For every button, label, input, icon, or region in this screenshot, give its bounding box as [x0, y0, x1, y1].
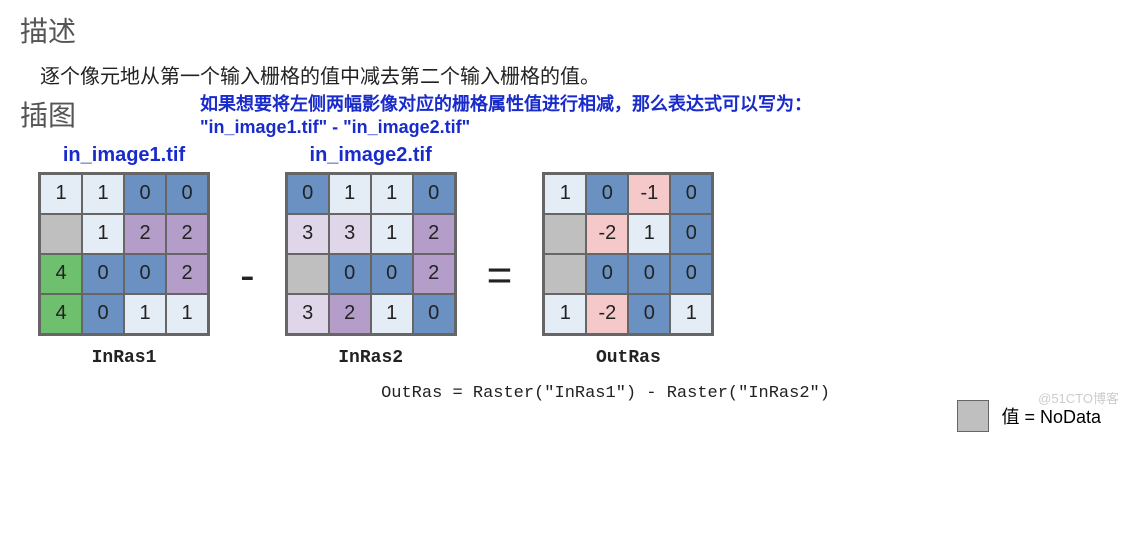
- grid-cell: 0: [329, 254, 371, 294]
- grid-cell: [544, 214, 586, 254]
- minus-operator: -: [240, 251, 255, 301]
- raster-block-outras: 10-10-2100001-201 OutRas: [542, 144, 714, 368]
- grid-cell: 1: [166, 294, 208, 334]
- heading-description: 描述: [20, 10, 1111, 50]
- legend-text: 值 = NoData: [1001, 403, 1101, 429]
- grid-cell: 2: [329, 294, 371, 334]
- raster1-label: InRas1: [38, 348, 210, 368]
- watermark: @51CTO博客: [1038, 388, 1119, 407]
- grid-cell: 0: [124, 254, 166, 294]
- outras-grid: 10-10-2100001-201: [542, 172, 714, 336]
- grid-cell: [40, 214, 82, 254]
- grid-cell: 1: [329, 174, 371, 214]
- outras-label: OutRas: [542, 348, 714, 368]
- grid-cell: 0: [287, 174, 329, 214]
- grid-cell: -2: [586, 294, 628, 334]
- grid-cell: 1: [124, 294, 166, 334]
- grid-cell: 0: [670, 174, 712, 214]
- grid-cell: 0: [124, 174, 166, 214]
- grid-cell: 0: [82, 294, 124, 334]
- grid-cell: 1: [371, 294, 413, 334]
- grid-cell: 2: [124, 214, 166, 254]
- grid-cell: 0: [82, 254, 124, 294]
- illustration-area: in_image1.tif 110012240024011 InRas1 - i…: [20, 144, 1111, 368]
- grid-cell: 0: [371, 254, 413, 294]
- raster2-title: in_image2.tif: [285, 144, 457, 170]
- grid-cell: 0: [628, 254, 670, 294]
- raster2-grid: 011033120023210: [285, 172, 457, 336]
- grid-cell: 0: [670, 214, 712, 254]
- grid-cell: 1: [544, 174, 586, 214]
- grid-cell: 0: [670, 254, 712, 294]
- grid-cell: 2: [166, 214, 208, 254]
- grid-cell: 3: [287, 294, 329, 334]
- grid-cell: 4: [40, 294, 82, 334]
- grid-cell: 3: [329, 214, 371, 254]
- grid-cell: 1: [40, 174, 82, 214]
- raster1-title: in_image1.tif: [38, 144, 210, 170]
- grid-cell: 0: [413, 294, 455, 334]
- grid-cell: [544, 254, 586, 294]
- grid-cell: 1: [544, 294, 586, 334]
- raster2-label: InRas2: [285, 348, 457, 368]
- grid-cell: 2: [413, 214, 455, 254]
- raster1-grid: 110012240024011: [38, 172, 210, 336]
- grid-cell: 1: [82, 174, 124, 214]
- equals-operator: =: [487, 251, 513, 301]
- grid-cell: [287, 254, 329, 294]
- grid-cell: 1: [82, 214, 124, 254]
- grid-cell: 1: [670, 294, 712, 334]
- legend-swatch-nodata: [957, 400, 989, 432]
- grid-cell: 2: [413, 254, 455, 294]
- grid-cell: 2: [166, 254, 208, 294]
- grid-cell: 0: [586, 254, 628, 294]
- raster-block-inras2: in_image2.tif 011033120023210 InRas2: [285, 144, 457, 368]
- raster-block-inras1: in_image1.tif 110012240024011 InRas1: [38, 144, 210, 368]
- grid-cell: -2: [586, 214, 628, 254]
- grid-cell: 1: [628, 214, 670, 254]
- grid-cell: 4: [40, 254, 82, 294]
- grid-cell: 1: [371, 214, 413, 254]
- grid-cell: 0: [413, 174, 455, 214]
- grid-cell: 3: [287, 214, 329, 254]
- grid-cell: 1: [371, 174, 413, 214]
- grid-cell: 0: [586, 174, 628, 214]
- description-text: 逐个像元地从第一个输入栅格的值中减去第二个输入栅格的值。: [40, 60, 1111, 89]
- grid-cell: 0: [166, 174, 208, 214]
- grid-cell: 0: [628, 294, 670, 334]
- grid-cell: -1: [628, 174, 670, 214]
